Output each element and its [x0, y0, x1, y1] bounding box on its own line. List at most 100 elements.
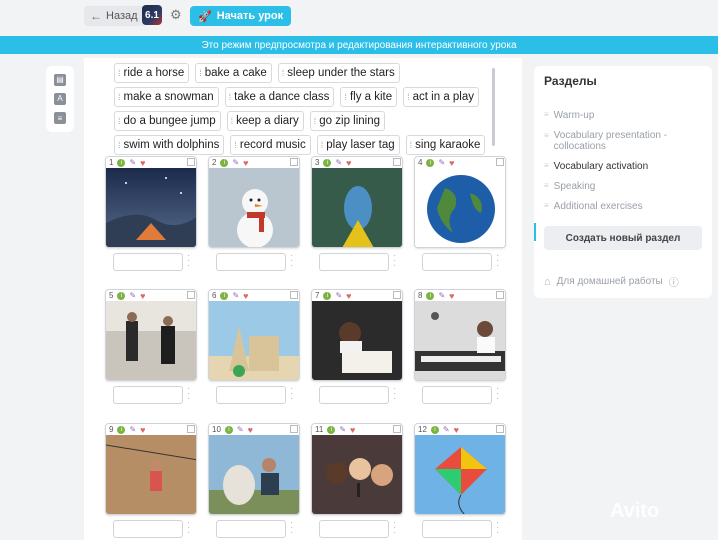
- word-chip[interactable]: ⁞ go zip lining: [309, 111, 386, 131]
- chat-icon[interactable]: ▤: [54, 73, 66, 86]
- heart-icon[interactable]: ♥: [140, 291, 145, 301]
- drag-handle-icon[interactable]: ⁞: [229, 92, 232, 102]
- drag-handle-icon[interactable]: ≡: [544, 161, 549, 172]
- info-icon[interactable]: i: [117, 425, 126, 434]
- select-checkbox[interactable]: [290, 425, 298, 433]
- info-icon[interactable]: i: [224, 425, 233, 434]
- info-icon[interactable]: i: [430, 425, 439, 434]
- info-icon[interactable]: i: [220, 158, 229, 167]
- word-chip[interactable]: ⁞ take a dance class: [224, 87, 335, 107]
- start-lesson-button[interactable]: 🚀 Начать урок: [190, 6, 292, 26]
- picture-card[interactable]: 12 i ✎ ♥: [414, 423, 506, 515]
- more-options-icon[interactable]: · · ·: [496, 251, 499, 271]
- word-chip[interactable]: ⁞ ride a horse: [114, 63, 190, 83]
- heart-icon[interactable]: ♥: [449, 291, 454, 301]
- pin-icon[interactable]: ✎: [237, 425, 244, 434]
- pin-icon[interactable]: ✎: [335, 291, 342, 300]
- homework-row[interactable]: ⌂ Для домашней работы ⓘ: [544, 274, 679, 290]
- picture-card[interactable]: 10 i ✎ ♥: [208, 423, 300, 515]
- drag-handle-icon[interactable]: ⁞: [314, 116, 317, 126]
- drag-handle-icon[interactable]: ⁞: [199, 68, 202, 78]
- drag-handle-icon[interactable]: ⁞: [407, 92, 410, 102]
- answer-drop-field[interactable]: [216, 520, 286, 538]
- more-options-icon[interactable]: · · ·: [393, 518, 396, 538]
- info-icon[interactable]: i: [117, 291, 126, 300]
- drag-handle-icon[interactable]: ⁞: [118, 116, 121, 126]
- answer-drop-field[interactable]: [113, 386, 183, 404]
- pin-icon[interactable]: ✎: [129, 425, 136, 434]
- drag-handle-icon[interactable]: ≡: [544, 201, 549, 212]
- heart-icon[interactable]: ♥: [454, 425, 459, 435]
- select-checkbox[interactable]: [290, 158, 298, 166]
- info-icon[interactable]: i: [117, 158, 126, 167]
- gear-icon[interactable]: ⚙: [170, 7, 182, 23]
- select-checkbox[interactable]: [187, 425, 195, 433]
- select-checkbox[interactable]: [393, 425, 401, 433]
- more-options-icon[interactable]: · · ·: [187, 518, 190, 538]
- drag-handle-icon[interactable]: ⁞: [118, 140, 121, 150]
- picture-card[interactable]: 11 i ✎ ♥: [311, 423, 403, 515]
- picture-card[interactable]: 9 i ✎ ♥: [105, 423, 197, 515]
- answer-drop-field[interactable]: [319, 386, 389, 404]
- answer-drop-field[interactable]: [319, 520, 389, 538]
- picture-card[interactable]: 2 i ✎ ♥: [208, 156, 300, 248]
- info-icon[interactable]: i: [323, 158, 332, 167]
- select-checkbox[interactable]: [496, 291, 504, 299]
- word-chip[interactable]: ⁞ fly a kite: [340, 87, 398, 107]
- heart-icon[interactable]: ♥: [449, 158, 454, 168]
- more-options-icon[interactable]: · · ·: [290, 384, 293, 404]
- word-bank-scrollbar[interactable]: [492, 68, 495, 146]
- heart-icon[interactable]: ♥: [346, 158, 351, 168]
- pin-icon[interactable]: ✎: [339, 425, 346, 434]
- word-chip[interactable]: ⁞ do a bungee jump: [114, 111, 221, 131]
- drag-handle-icon[interactable]: ⁞: [118, 68, 121, 78]
- drag-handle-icon[interactable]: ⁞: [410, 140, 413, 150]
- pin-icon[interactable]: ✎: [232, 291, 239, 300]
- heart-icon[interactable]: ♥: [243, 291, 248, 301]
- heart-icon[interactable]: ♥: [248, 425, 253, 435]
- info-icon[interactable]: i: [426, 291, 435, 300]
- pin-icon[interactable]: ✎: [129, 291, 136, 300]
- section-item-vocabulary-presentation[interactable]: ≡ Vocabulary presentation - collocations: [544, 130, 694, 152]
- word-chip[interactable]: ⁞ sing karaoke: [405, 135, 486, 155]
- answer-drop-field[interactable]: [113, 253, 183, 271]
- translate-icon[interactable]: A: [54, 92, 66, 105]
- picture-card[interactable]: 6 i ✎ ♥: [208, 289, 300, 381]
- section-item-additional-exercises[interactable]: ≡ Additional exercises: [544, 201, 643, 212]
- answer-drop-field[interactable]: [113, 520, 183, 538]
- word-chip[interactable]: ⁞ play laser tag: [316, 135, 400, 155]
- drag-handle-icon[interactable]: ⁞: [231, 116, 234, 126]
- pin-icon[interactable]: ✎: [232, 158, 239, 167]
- more-options-icon[interactable]: · · ·: [187, 384, 190, 404]
- answer-drop-field[interactable]: [422, 386, 492, 404]
- select-checkbox[interactable]: [187, 158, 195, 166]
- word-chip[interactable]: ⁞ bake a cake: [195, 63, 272, 83]
- drag-handle-icon[interactable]: ≡: [544, 130, 549, 152]
- clipboard-icon[interactable]: ≡: [54, 112, 66, 125]
- heart-icon[interactable]: ♥: [346, 291, 351, 301]
- select-checkbox[interactable]: [290, 291, 298, 299]
- more-options-icon[interactable]: · · ·: [496, 384, 499, 404]
- pin-icon[interactable]: ✎: [438, 291, 445, 300]
- more-options-icon[interactable]: · · ·: [290, 251, 293, 271]
- picture-card[interactable]: 3 i ✎ ♥: [311, 156, 403, 248]
- pin-icon[interactable]: ✎: [335, 158, 342, 167]
- more-options-icon[interactable]: · · ·: [290, 518, 293, 538]
- section-item-vocabulary-activation[interactable]: ≡ Vocabulary activation: [544, 161, 648, 172]
- drag-handle-icon[interactable]: ≡: [544, 181, 549, 192]
- more-options-icon[interactable]: · · ·: [187, 251, 190, 271]
- select-checkbox[interactable]: [393, 291, 401, 299]
- heart-icon[interactable]: ♥: [243, 158, 248, 168]
- drag-handle-icon[interactable]: ⁞: [321, 140, 324, 150]
- word-chip[interactable]: ⁞ record music: [230, 135, 311, 155]
- section-item-speaking[interactable]: ≡ Speaking: [544, 181, 595, 192]
- info-icon[interactable]: i: [426, 158, 435, 167]
- section-item-warm-up[interactable]: ≡ Warm-up: [544, 110, 594, 121]
- answer-drop-field[interactable]: [422, 520, 492, 538]
- picture-card[interactable]: 8 i ✎ ♥: [414, 289, 506, 381]
- drag-handle-icon[interactable]: ≡: [544, 110, 549, 121]
- answer-drop-field[interactable]: [319, 253, 389, 271]
- drag-handle-icon[interactable]: ⁞: [234, 140, 237, 150]
- word-chip[interactable]: ⁞ keep a diary: [226, 111, 304, 131]
- picture-card[interactable]: 7 i ✎ ♥: [311, 289, 403, 381]
